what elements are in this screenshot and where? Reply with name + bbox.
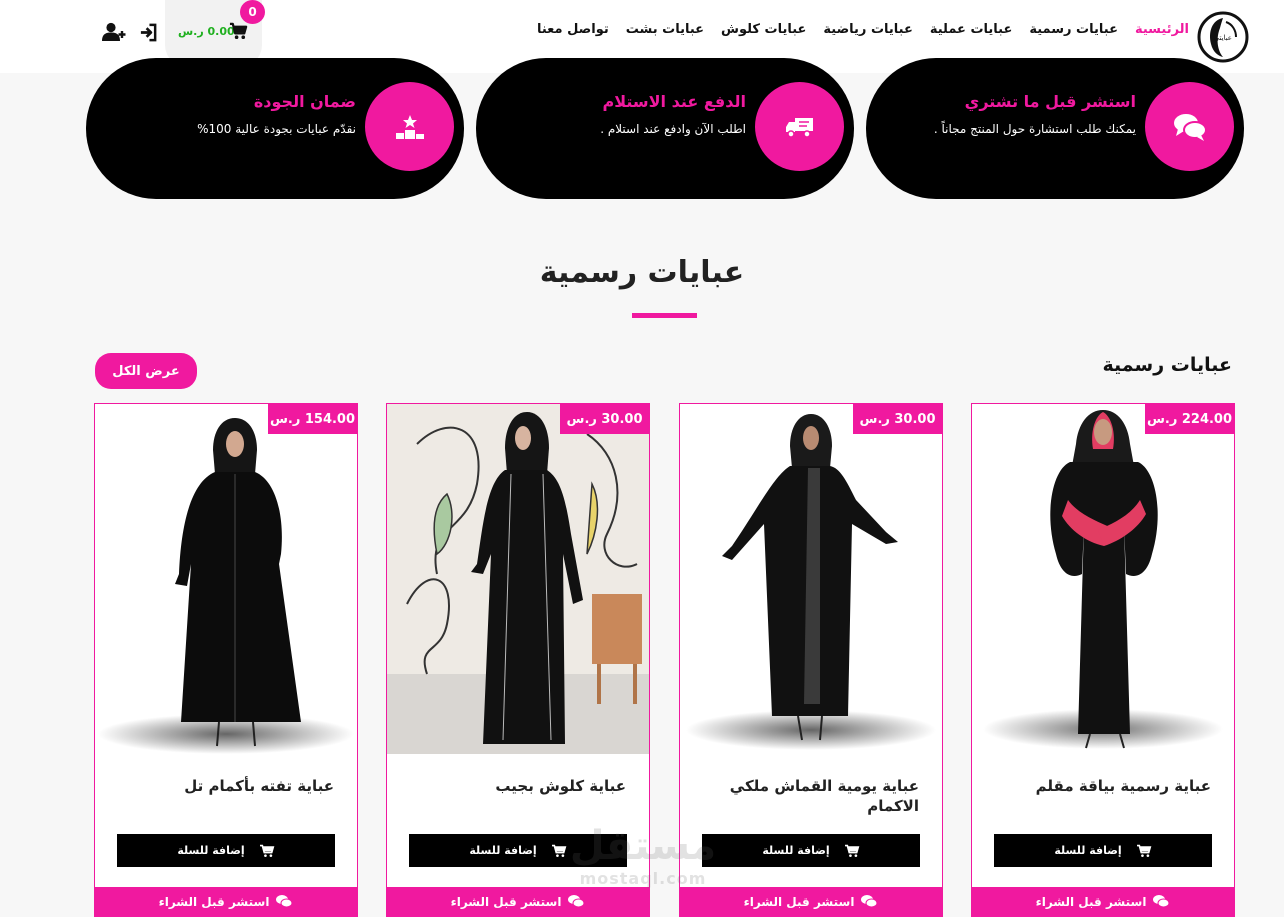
cart-total: 0.00 ر.س xyxy=(178,25,235,38)
cart-icon[interactable] xyxy=(229,22,248,41)
product-card[interactable]: 224.00 ر.س عباية رسمية بياقة مقلم إضافة … xyxy=(971,403,1235,917)
cart-icon xyxy=(551,844,566,857)
chat-bubbles-icon xyxy=(568,895,585,908)
consult-button[interactable]: استشر قبل الشراء xyxy=(680,887,942,916)
product-name[interactable]: عباية كلوش بجيب xyxy=(406,776,626,796)
price-tag: 224.00 ر.س xyxy=(1145,404,1234,434)
consult-label: استشر قبل الشراء xyxy=(450,894,562,909)
nav-home[interactable]: الرئيسية xyxy=(1135,22,1189,37)
add-to-cart-button[interactable]: إضافة للسلة xyxy=(994,834,1212,867)
product-image[interactable] xyxy=(972,404,1234,754)
chat-bubbles-icon xyxy=(276,895,293,908)
cart-count-badge: 0 xyxy=(240,0,265,24)
feature-icon-circle xyxy=(755,82,844,171)
product-card[interactable]: 30.00 ر.س عباية يومية القماش ملكي الاكما… xyxy=(679,403,943,917)
price-tag: 30.00 ر.س xyxy=(853,404,942,434)
price-tag: 30.00 ر.س xyxy=(560,404,649,434)
feature-text: نقدّم عبايات بجودة عالية 100% xyxy=(197,122,356,136)
nav-practical-abayas[interactable]: عبايات عملية xyxy=(930,22,1013,37)
nav-formal-abayas[interactable]: عبايات رسمية xyxy=(1029,22,1118,37)
view-all-button[interactable]: عرض الكل xyxy=(95,353,197,389)
delivery-truck-icon xyxy=(785,117,813,138)
feature-cod: الدفع عند الاستلام اطلب الآن وادفع عند ا… xyxy=(476,58,854,199)
consult-button[interactable]: استشر قبل الشراء xyxy=(972,887,1234,916)
cart-icon xyxy=(844,844,859,857)
cart-icon xyxy=(1136,844,1151,857)
add-to-cart-button[interactable]: إضافة للسلة xyxy=(702,834,920,867)
svg-text:عبايتي: عبايتي xyxy=(1214,34,1232,42)
add-to-cart-button[interactable]: إضافة للسلة xyxy=(117,834,335,867)
nav-bisht-abayas[interactable]: عبايات بشت xyxy=(626,22,704,37)
consult-label: استشر قبل الشراء xyxy=(1035,894,1147,909)
add-to-cart-label: إضافة للسلة xyxy=(469,844,537,857)
product-card[interactable]: 30.00 ر.س عباية كلوش بجيب إضافة للسلة اس… xyxy=(386,403,650,917)
feature-icon-circle xyxy=(365,82,454,171)
add-to-cart-label: إضافة للسلة xyxy=(762,844,830,857)
product-name[interactable]: عباية رسمية بياقة مقلم xyxy=(991,776,1211,796)
consult-label: استشر قبل الشراء xyxy=(158,894,270,909)
chat-bubbles-icon xyxy=(1173,113,1207,141)
product-image[interactable] xyxy=(95,404,357,754)
section-title: عبايات رسمية xyxy=(539,255,745,290)
add-to-cart-label: إضافة للسلة xyxy=(1054,844,1122,857)
main-nav: الرئيسية عبايات رسمية عبايات عملية عبايا… xyxy=(537,22,1189,37)
feature-quality: ضمان الجودة نقدّم عبايات بجودة عالية 100… xyxy=(86,58,464,199)
price-tag: 154.00 ر.س xyxy=(268,404,357,434)
logo-icon: عبايتي xyxy=(1197,11,1249,63)
add-to-cart-button[interactable]: إضافة للسلة xyxy=(409,834,627,867)
feature-title: استشر قبل ما تشتري xyxy=(964,92,1136,111)
login-icon[interactable] xyxy=(139,23,158,42)
nav-sport-abayas[interactable]: عبايات رياضية xyxy=(823,22,912,37)
chat-bubbles-icon xyxy=(1153,895,1170,908)
add-user-icon[interactable] xyxy=(101,22,126,42)
category-title: عبايات رسمية xyxy=(1102,354,1232,376)
product-image[interactable] xyxy=(387,404,649,754)
chat-bubbles-icon xyxy=(861,895,878,908)
consult-button[interactable]: استشر قبل الشراء xyxy=(95,887,357,916)
feature-title: ضمان الجودة xyxy=(253,92,356,111)
abaya-photo xyxy=(95,404,357,754)
product-card[interactable]: 154.00 ر.س عباية تفته بأكمام تل إضافة لل… xyxy=(94,403,358,917)
product-name[interactable]: عباية يومية القماش ملكي الاكمام xyxy=(699,776,919,816)
product-image[interactable] xyxy=(680,404,942,754)
add-to-cart-label: إضافة للسلة xyxy=(177,844,245,857)
nav-contact[interactable]: تواصل معنا xyxy=(537,22,609,37)
feature-text: يمكنك طلب استشارة حول المنتج مجاناً . xyxy=(933,122,1136,136)
abaya-photo xyxy=(387,404,649,754)
product-name[interactable]: عباية تفته بأكمام تل xyxy=(114,776,334,796)
feature-icon-circle xyxy=(1145,82,1234,171)
feature-text: اطلب الآن وادفع عند استلام . xyxy=(600,122,746,136)
nav-flared-abayas[interactable]: عبايات كلوش xyxy=(721,22,806,37)
podium-star-icon xyxy=(395,114,424,139)
abaya-photo xyxy=(680,404,942,754)
logo[interactable]: عبايتي xyxy=(1196,10,1250,64)
feature-title: الدفع عند الاستلام xyxy=(602,92,746,111)
cart-icon xyxy=(259,844,274,857)
consult-button[interactable]: استشر قبل الشراء xyxy=(387,887,649,916)
section-underline xyxy=(632,313,697,318)
feature-consult: استشر قبل ما تشتري يمكنك طلب استشارة حول… xyxy=(866,58,1244,199)
abaya-photo xyxy=(972,404,1234,754)
consult-label: استشر قبل الشراء xyxy=(743,894,855,909)
